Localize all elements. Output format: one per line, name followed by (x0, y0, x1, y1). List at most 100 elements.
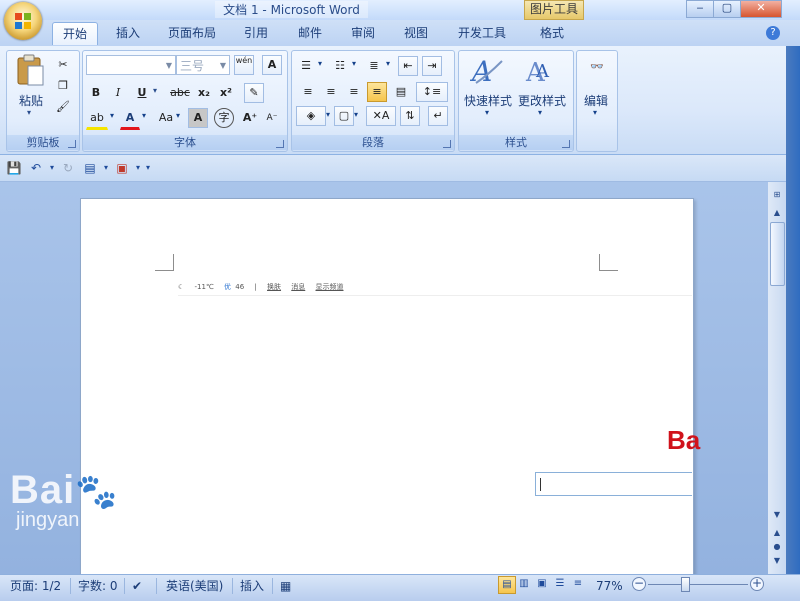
multilevel-dropdown-icon[interactable]: ▾ (386, 59, 390, 68)
highlight-color-icon[interactable]: ab (86, 108, 108, 130)
styles-launcher-icon[interactable] (562, 140, 570, 148)
font-color-dropdown-icon[interactable]: ▾ (142, 111, 146, 120)
editing-button[interactable]: 编辑 (578, 92, 614, 109)
binoculars-icon[interactable]: 👓 (585, 57, 609, 77)
paste-button[interactable]: 粘贴 (10, 92, 52, 109)
save-icon[interactable]: 💾 (6, 160, 22, 176)
clipboard-launcher-icon[interactable] (68, 140, 76, 148)
new-document-icon[interactable]: ▤ (82, 160, 98, 176)
strikethrough-icon[interactable]: abc (168, 83, 192, 103)
office-button[interactable] (4, 2, 42, 40)
print-preview-icon[interactable]: ▣ (114, 160, 130, 176)
macro-record-icon[interactable]: ▦ (280, 578, 291, 594)
increase-indent-icon[interactable]: ⇥ (422, 56, 442, 76)
align-center-icon[interactable]: ≡ (321, 82, 341, 102)
next-page-icon[interactable]: ▼ (768, 554, 786, 568)
character-shading-icon[interactable]: A (188, 108, 208, 128)
cut-icon[interactable]: ✂ (53, 55, 73, 75)
copy-icon[interactable]: ❐ (53, 76, 73, 96)
enclose-character-icon[interactable]: 字 (214, 108, 234, 128)
tab-references[interactable]: 引用 (236, 22, 276, 44)
highlight-dropdown-icon[interactable]: ▾ (110, 111, 114, 120)
numbering-dropdown-icon[interactable]: ▾ (352, 59, 356, 68)
undo-icon[interactable]: ↶ (28, 160, 44, 176)
paragraph-launcher-icon[interactable] (443, 140, 451, 148)
tab-home[interactable]: 开始 (52, 22, 98, 45)
chinese-layout-icon[interactable]: ✕A (366, 106, 396, 126)
bold-icon[interactable]: B (86, 83, 106, 103)
word-count[interactable]: 字数: 0 (78, 578, 118, 594)
ruler-toggle-icon[interactable]: ⊞ (768, 188, 786, 202)
quick-styles-dropdown-icon[interactable]: ▾ (485, 108, 489, 117)
web-layout-icon[interactable]: ▣ (534, 576, 550, 592)
tab-view[interactable]: 视图 (396, 22, 436, 44)
tab-developer[interactable]: 开发工具 (450, 22, 514, 44)
change-styles-button[interactable]: 更改样式 (516, 92, 568, 109)
line-spacing-icon[interactable]: ↕≡ (416, 82, 448, 102)
bullets-dropdown-icon[interactable]: ▾ (318, 59, 322, 68)
page-count[interactable]: 页面: 1/2 (10, 578, 61, 594)
insert-mode[interactable]: 插入 (240, 578, 264, 594)
maximize-button[interactable]: ▢ (713, 0, 741, 18)
underline-icon[interactable]: U (132, 83, 152, 103)
tab-page-layout[interactable]: 页面布局 (160, 22, 224, 44)
editing-dropdown-icon[interactable]: ▾ (593, 108, 597, 117)
scroll-up-icon[interactable]: ▲ (768, 206, 786, 220)
paste-dropdown-icon[interactable]: ▾ (27, 108, 31, 117)
show-marks-icon[interactable]: ↵ (428, 106, 448, 126)
distributed-icon[interactable]: ▤ (391, 82, 411, 102)
font-size-combo[interactable]: 三号 ▼ (176, 55, 230, 75)
shading-dropdown-icon[interactable]: ▾ (326, 110, 330, 119)
paste-icon[interactable] (16, 54, 46, 88)
underline-dropdown-icon[interactable]: ▾ (153, 86, 157, 95)
phonetic-guide-button[interactable]: wén (234, 55, 254, 75)
shading-icon[interactable]: ◈ (296, 106, 326, 126)
previous-page-icon[interactable]: ▲ (768, 526, 786, 540)
align-left-icon[interactable]: ≡ (298, 82, 318, 102)
tab-insert[interactable]: 插入 (108, 22, 148, 44)
borders-icon[interactable]: ▢ (334, 106, 354, 126)
sort-icon[interactable]: ⇅ (400, 106, 420, 126)
font-launcher-icon[interactable] (276, 140, 284, 148)
zoom-in-icon[interactable]: + (750, 577, 764, 591)
close-button[interactable]: ✕ (740, 0, 782, 18)
pasted-search-input[interactable] (535, 472, 692, 496)
browse-object-icon[interactable]: ● (768, 540, 786, 554)
change-styles-icon[interactable]: A A (524, 53, 558, 87)
message-link[interactable]: 消息 (291, 283, 305, 291)
format-painter-icon[interactable]: 🖌 (53, 97, 73, 117)
tab-format[interactable]: 格式 (530, 22, 574, 44)
numbering-icon[interactable]: ☷ (330, 56, 350, 76)
tab-review[interactable]: 审阅 (343, 22, 383, 44)
undo-dropdown-icon[interactable]: ▾ (44, 160, 60, 176)
clear-formatting-icon[interactable]: ✎ (244, 83, 264, 103)
full-screen-reading-icon[interactable]: ▥ (516, 576, 532, 592)
subscript-icon[interactable]: x₂ (194, 83, 214, 103)
bullets-icon[interactable]: ☰ (296, 56, 316, 76)
help-icon[interactable]: ? (766, 26, 780, 40)
zoom-slider-thumb[interactable] (681, 577, 690, 592)
font-name-combo[interactable]: ▼ (86, 55, 176, 75)
print-layout-icon[interactable]: ▤ (498, 576, 516, 594)
multilevel-list-icon[interactable]: ≣ (364, 56, 384, 76)
change-styles-dropdown-icon[interactable]: ▾ (538, 108, 542, 117)
proofing-icon[interactable]: ✔ (132, 578, 142, 594)
shrink-font-icon[interactable]: A⁻ (262, 108, 282, 128)
minimize-button[interactable]: ‒ (686, 0, 714, 18)
new-dropdown-icon[interactable]: ▾ (98, 160, 114, 176)
character-border-icon[interactable]: A (262, 55, 282, 75)
italic-icon[interactable]: I (108, 83, 128, 103)
borders-dropdown-icon[interactable]: ▾ (354, 110, 358, 119)
language-indicator[interactable]: 英语(美国) (166, 578, 223, 594)
zoom-slider[interactable] (648, 584, 748, 585)
outline-icon[interactable]: ☰ (552, 576, 568, 592)
change-case-icon[interactable]: Aa (154, 108, 178, 128)
align-right-icon[interactable]: ≡ (344, 82, 364, 102)
font-color-icon[interactable]: A (120, 108, 140, 130)
draft-icon[interactable]: ≡ (570, 576, 586, 592)
tab-mailings[interactable]: 邮件 (290, 22, 330, 44)
superscript-icon[interactable]: x² (216, 83, 236, 103)
scrollbar-thumb[interactable] (770, 222, 785, 286)
skin-link[interactable]: 换肤 (267, 283, 281, 291)
grow-font-icon[interactable]: A⁺ (240, 108, 260, 128)
